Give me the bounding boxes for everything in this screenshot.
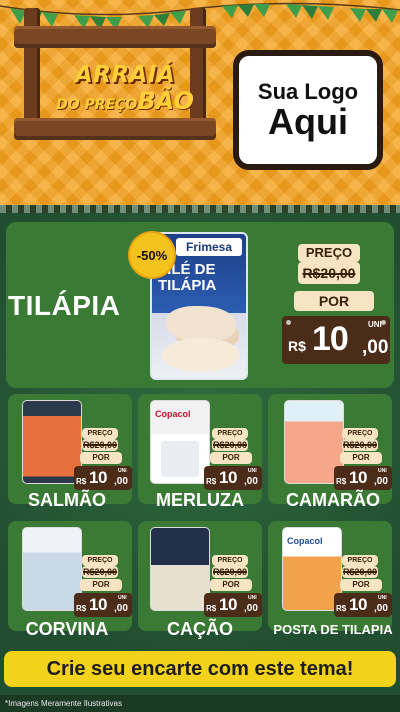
festival-title-small: DO PREÇO bbox=[56, 97, 138, 113]
currency-symbol: R$ bbox=[76, 604, 87, 613]
por-label: POR bbox=[210, 579, 252, 591]
old-price: R$20,00 bbox=[342, 439, 378, 451]
price-cents: ,00 bbox=[362, 337, 389, 358]
header-banner: ARRAIÁ DO PREÇOBÃO Sua Logo Aqui bbox=[0, 0, 400, 205]
unit-label: UNI bbox=[118, 595, 127, 601]
disclaimer-text: *Imagens Meramente Ilustrativas bbox=[0, 695, 400, 712]
price-cents: ,00 bbox=[374, 476, 388, 487]
fillet-image bbox=[162, 338, 240, 372]
product-name: MERLUZA bbox=[156, 490, 244, 510]
new-price: R$ 10 UNI ,00 bbox=[282, 316, 390, 364]
old-price: R$20,00 bbox=[212, 566, 248, 578]
price-label: PREÇO bbox=[82, 428, 118, 439]
logo-placeholder: Sua Logo Aqui bbox=[233, 50, 383, 170]
product-name: POSTA DE TILAPIA bbox=[273, 622, 393, 637]
currency-symbol: R$ bbox=[336, 604, 347, 613]
product-name: CAÇÃO bbox=[167, 619, 233, 639]
fish-package-icon: Copacol bbox=[282, 527, 342, 611]
new-price: R$ 10 UNI ,00 bbox=[204, 593, 262, 617]
price-label: PREÇO bbox=[212, 555, 248, 566]
fish-package-icon bbox=[22, 400, 82, 484]
package-brand: Frimesa bbox=[176, 238, 242, 256]
festival-title-line1: ARRAIÁ bbox=[74, 62, 176, 88]
new-price: R$ 10 UNI ,00 bbox=[204, 466, 262, 490]
old-price: R$20,00 bbox=[298, 262, 360, 284]
price-integer: 10 bbox=[349, 468, 367, 487]
price-cents: ,00 bbox=[374, 603, 388, 614]
package-brand: Copacol bbox=[287, 536, 323, 546]
por-label: POR bbox=[80, 579, 122, 591]
featured-product-name: TILÁPIA bbox=[8, 290, 121, 321]
old-price: R$20,00 bbox=[82, 566, 118, 578]
new-price: R$ 10 UNI ,00 bbox=[334, 593, 392, 617]
price-cents: ,00 bbox=[244, 476, 258, 487]
create-flyer-cta-button[interactable]: Crie seu encarte com este tema! bbox=[4, 651, 396, 687]
currency-symbol: R$ bbox=[288, 338, 306, 354]
product-name: CORVINA bbox=[25, 619, 109, 639]
fish-package-icon bbox=[150, 527, 210, 611]
currency-symbol: R$ bbox=[206, 477, 217, 486]
fish-package-icon: Copacol bbox=[150, 400, 210, 484]
product-name: CAMARÃO bbox=[286, 490, 380, 510]
price-label: PREÇO bbox=[82, 555, 118, 566]
unit-label: UNI bbox=[248, 468, 257, 474]
por-label: POR bbox=[340, 452, 382, 464]
logo-line2: Aqui bbox=[268, 100, 348, 142]
price-cents: ,00 bbox=[114, 603, 128, 614]
currency-symbol: R$ bbox=[336, 477, 347, 486]
price-integer: 10 bbox=[89, 468, 107, 487]
product-name: SALMÃO bbox=[28, 490, 106, 510]
new-price: R$ 10 UNI ,00 bbox=[74, 593, 132, 617]
por-label: POR bbox=[340, 579, 382, 591]
package-product: FILÉ DE TILÁPIA bbox=[158, 261, 217, 294]
old-price: R$20,00 bbox=[212, 439, 248, 451]
currency-symbol: R$ bbox=[76, 477, 87, 486]
price-integer: 10 bbox=[219, 595, 237, 614]
unit-label: UNI bbox=[378, 468, 387, 474]
festival-wooden-sign: ARRAIÁ DO PREÇOBÃO bbox=[14, 8, 216, 146]
festival-title-line2: DO PREÇOBÃO bbox=[50, 89, 200, 113]
price-label: PREÇO bbox=[212, 428, 248, 439]
fish-package-icon bbox=[22, 527, 82, 611]
sign-plank-top bbox=[14, 26, 216, 48]
festival-title-big: BÃO bbox=[137, 87, 194, 115]
new-price: R$ 10 UNI ,00 bbox=[334, 466, 392, 490]
fillet-image bbox=[161, 441, 199, 477]
unit-label: UNI bbox=[248, 595, 257, 601]
old-price: R$20,00 bbox=[342, 566, 378, 578]
price-cents: ,00 bbox=[114, 476, 128, 487]
por-label: POR bbox=[294, 291, 374, 311]
fillet-image bbox=[166, 306, 236, 342]
price-integer: 10 bbox=[312, 320, 349, 358]
unit-label: UNI bbox=[378, 595, 387, 601]
logo-line1: Sua Logo bbox=[257, 78, 359, 104]
price-integer: 10 bbox=[89, 595, 107, 614]
flyer-page: ARRAIÁ DO PREÇOBÃO Sua Logo Aqui TILÁPIA… bbox=[0, 0, 400, 712]
price-integer: 10 bbox=[349, 595, 367, 614]
price-label: PREÇO bbox=[342, 428, 378, 439]
price-label: PREÇO bbox=[298, 244, 360, 262]
package-brand: Copacol bbox=[155, 409, 191, 419]
unit-label: UNI bbox=[368, 320, 382, 329]
price-integer: 10 bbox=[219, 468, 237, 487]
por-label: POR bbox=[80, 452, 122, 464]
por-label: POR bbox=[210, 452, 252, 464]
old-price: R$20,00 bbox=[82, 439, 118, 451]
sign-plank-bottom bbox=[14, 118, 216, 140]
price-cents: ,00 bbox=[244, 603, 258, 614]
currency-symbol: R$ bbox=[206, 604, 217, 613]
discount-badge: -50% bbox=[130, 233, 174, 277]
festival-title: ARRAIÁ DO PREÇOBÃO bbox=[50, 62, 200, 114]
nail-icon bbox=[286, 320, 291, 325]
unit-label: UNI bbox=[118, 468, 127, 474]
new-price: R$ 10 UNI ,00 bbox=[74, 466, 132, 490]
price-label: PREÇO bbox=[342, 555, 378, 566]
